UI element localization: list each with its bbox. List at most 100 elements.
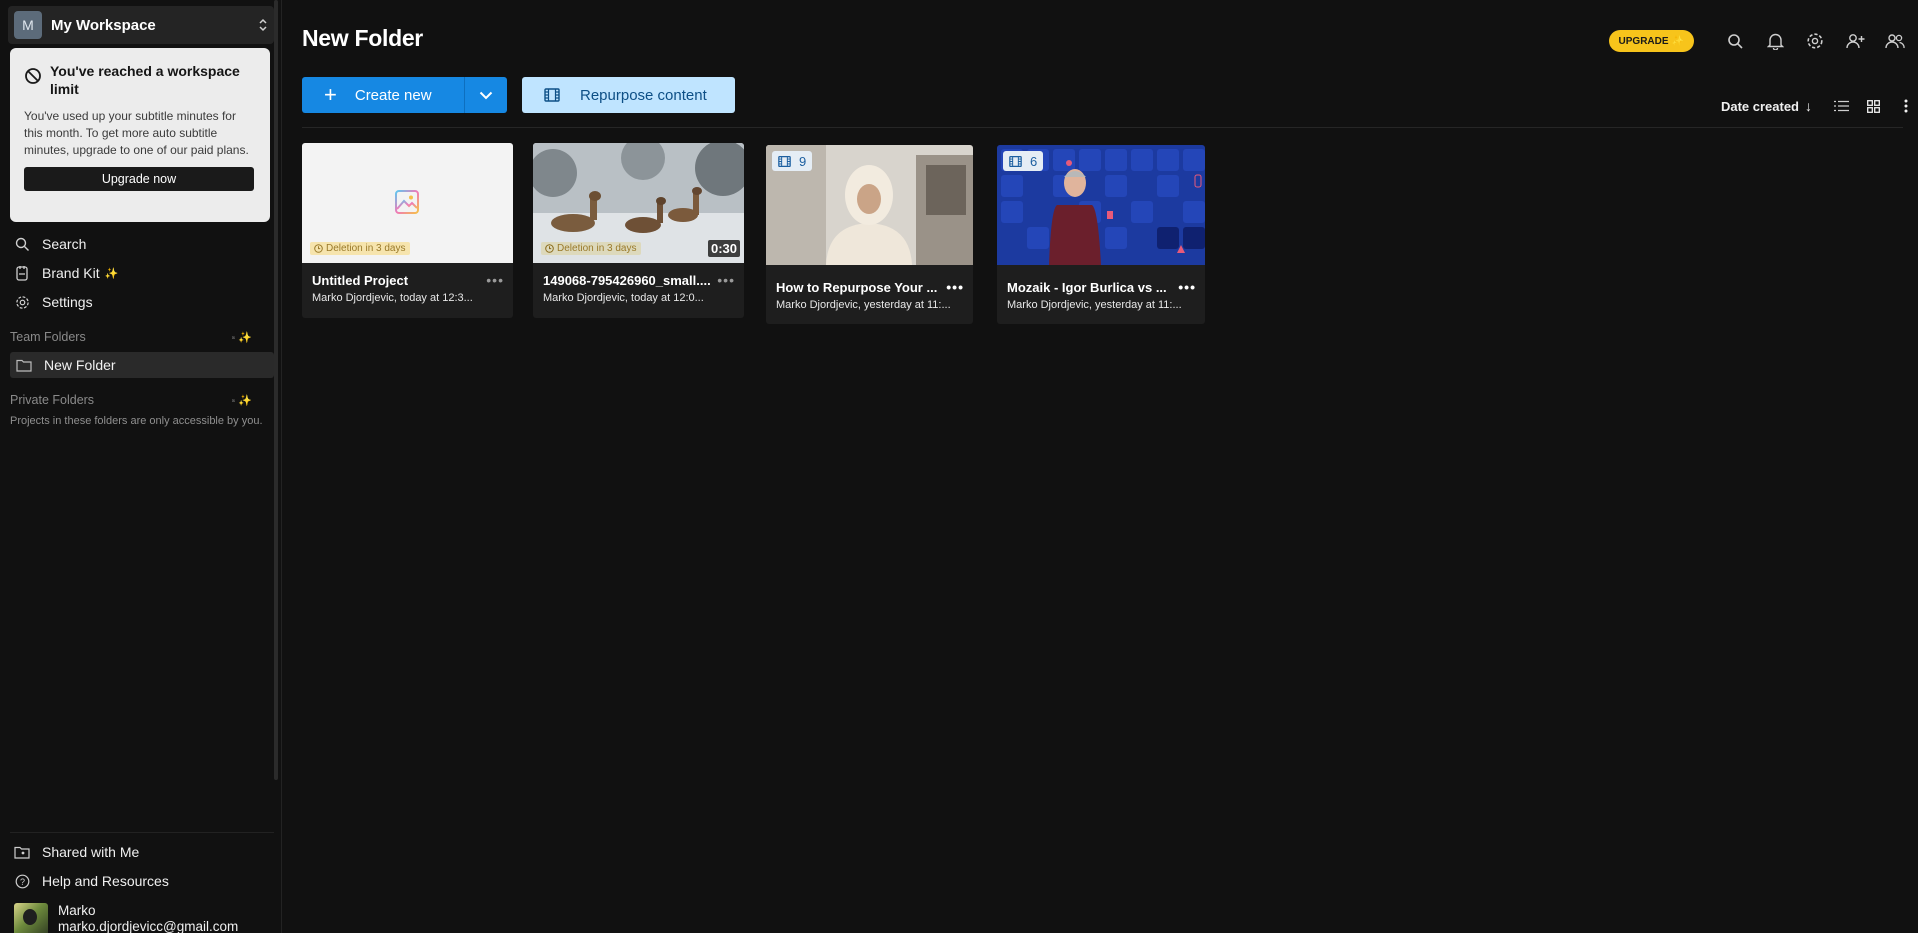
add-private-folder-button[interactable]: ✨ <box>232 391 252 409</box>
clips-count: 9 <box>799 153 807 169</box>
repurpose-label: Repurpose content <box>580 86 707 104</box>
card-more-button[interactable]: ••• <box>946 279 964 295</box>
card-title: 149068-795426960_small.... <box>543 272 711 288</box>
create-new-dropdown-button[interactable] <box>464 77 507 113</box>
toolbar-divider <box>302 127 1903 128</box>
sidebar-folder-new-folder[interactable]: New Folder <box>10 352 274 378</box>
card-subtitle: Marko Djordjevic, yesterday at 11:... <box>776 299 951 311</box>
add-team-folder-button[interactable]: ✨ <box>232 328 252 346</box>
gear-icon <box>14 294 30 310</box>
settings-button[interactable] <box>1802 28 1828 54</box>
film-icon <box>1009 155 1022 167</box>
nav-brand-kit-label: Brand Kit <box>42 265 100 281</box>
kebab-icon <box>1904 99 1908 113</box>
gear-icon <box>1807 33 1823 49</box>
clips-count-badge: 6 <box>1003 151 1044 171</box>
help-icon: ? <box>14 873 30 889</box>
project-card[interactable]: 6 Mozaik - Igor Burlica vs ... ••• Marko… <box>997 145 1205 324</box>
workspace-name: My Workspace <box>51 16 156 34</box>
nav-settings-label: Settings <box>42 294 93 310</box>
project-card[interactable]: Deletion in 3 days Untitled Project ••• … <box>302 143 513 318</box>
card-more-button[interactable]: ••• <box>486 272 504 288</box>
bell-icon <box>1766 33 1784 50</box>
clips-count: 6 <box>1030 153 1038 169</box>
user-email: marko.djordjevicc@gmail.com <box>58 919 239 933</box>
clips-count-badge: 9 <box>772 151 813 171</box>
upgrade-button[interactable]: UPGRADE ✨ <box>1608 30 1694 52</box>
sort-toolbar: Date created ↓ <box>1721 98 1908 114</box>
sidebar-scrollbar[interactable] <box>274 0 278 780</box>
sidebar-folder-label: New Folder <box>44 357 116 373</box>
sparkle-icon: ✨ <box>238 394 252 407</box>
project-thumbnail: 9 <box>766 145 973 265</box>
sidebar-divider <box>10 832 274 833</box>
list-view-button[interactable] <box>1834 100 1849 112</box>
plus-icon: + <box>324 82 337 107</box>
card-title: Mozaik - Igor Burlica vs ... <box>1007 279 1167 295</box>
user-name: Marko <box>58 903 96 918</box>
film-icon <box>778 155 791 167</box>
user-profile[interactable]: Marko marko.djordjevicc@gmail.com <box>14 903 238 933</box>
chevron-updown-icon <box>258 18 268 32</box>
sparkle-icon: ✨ <box>104 267 119 280</box>
nav-settings[interactable]: Settings <box>14 294 93 310</box>
card-title: How to Repurpose Your ... <box>776 279 938 295</box>
sidebar: M My Workspace You've reached a workspac… <box>0 0 282 933</box>
nav-search[interactable]: Search <box>14 236 86 252</box>
page-title: New Folder <box>302 25 423 51</box>
users-icon <box>1885 34 1905 49</box>
limit-title: You've reached a workspace limit <box>50 63 240 97</box>
card-title: Untitled Project <box>312 272 409 288</box>
create-new-button[interactable]: + Create new <box>302 77 464 113</box>
sparkle-icon: ✨ <box>238 331 252 344</box>
project-thumbnail: Deletion in 3 days <box>302 143 513 263</box>
film-icon <box>544 88 560 102</box>
nav-shared-label: Shared with Me <box>42 844 140 860</box>
project-card[interactable]: 9 How to Repurpose Your ... ••• Marko Dj… <box>766 145 973 324</box>
card-more-button[interactable]: ••• <box>1178 279 1196 295</box>
duration-badge: 0:30 <box>707 240 740 257</box>
chevron-down-icon <box>479 91 493 99</box>
shared-folder-icon <box>14 844 30 860</box>
image-placeholder-icon <box>395 190 419 214</box>
project-card[interactable]: Deletion in 3 days 0:30 149068-795426960… <box>533 143 744 318</box>
card-subtitle: Marko Djordjevic, yesterday at 11:... <box>1007 299 1182 311</box>
nav-shared-with-me[interactable]: Shared with Me <box>14 844 139 860</box>
nav-help-label: Help and Resources <box>42 873 169 889</box>
repurpose-content-button[interactable]: Repurpose content <box>522 77 735 113</box>
block-icon <box>24 62 42 90</box>
card-subtitle: Marko Djordjevic, today at 12:3... <box>312 292 473 304</box>
nav-brand-kit[interactable]: Brand Kit ✨ <box>14 265 118 281</box>
brand-kit-icon <box>14 265 30 281</box>
grid-view-button[interactable] <box>1867 99 1880 113</box>
svg-text:?: ? <box>19 877 24 887</box>
folder-icon <box>16 359 32 372</box>
more-options-button[interactable] <box>1904 99 1908 113</box>
add-user-icon <box>1845 34 1864 49</box>
search-button[interactable] <box>1722 28 1748 54</box>
list-icon <box>1834 100 1849 112</box>
upgrade-now-button[interactable]: Upgrade now <box>24 167 254 191</box>
deletion-badge-text: Deletion in 3 days <box>557 243 637 254</box>
workspace-switcher[interactable]: M My Workspace <box>8 6 274 44</box>
search-icon <box>1727 33 1743 49</box>
sort-dropdown[interactable]: Date created <box>1721 99 1799 114</box>
deletion-badge-text: Deletion in 3 days <box>326 243 406 254</box>
avatar <box>14 903 48 933</box>
arrow-down-icon[interactable]: ↓ <box>1805 98 1812 114</box>
limit-text: You've used up your subtitle minutes for… <box>24 109 249 157</box>
workspace-limit-card: You've reached a workspace limit You've … <box>10 48 270 222</box>
create-new-label: Create new <box>354 86 432 104</box>
private-folders-note: Projects in these folders are only acces… <box>10 415 263 427</box>
workspace-avatar: M <box>14 11 42 39</box>
nav-help-resources[interactable]: ? Help and Resources <box>14 873 169 889</box>
card-subtitle: Marko Djordjevic, today at 12:0... <box>543 292 704 304</box>
team-members-button[interactable] <box>1882 28 1908 54</box>
invite-user-button[interactable] <box>1842 28 1868 54</box>
clock-icon <box>545 244 554 253</box>
sparkle-icon: ✨ <box>1671 35 1684 47</box>
team-folders-label: Team Folders <box>10 330 86 344</box>
card-more-button[interactable]: ••• <box>717 272 735 288</box>
deletion-badge: Deletion in 3 days <box>310 242 410 255</box>
notifications-button[interactable] <box>1762 28 1788 54</box>
